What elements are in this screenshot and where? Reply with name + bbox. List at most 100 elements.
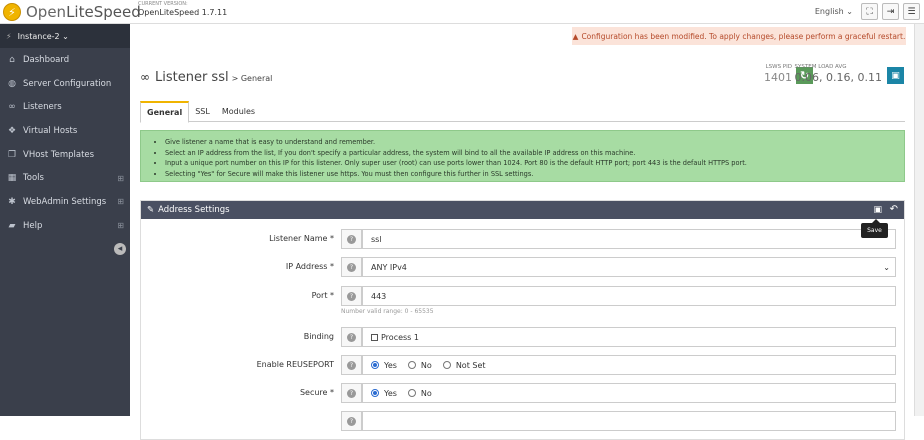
sidebar-item-label: Help bbox=[23, 220, 43, 231]
port-note: Number valid range: 0 - 65535 bbox=[341, 308, 434, 315]
help-icon[interactable]: ? bbox=[341, 229, 362, 249]
ip-address-value: ANY IPv4 bbox=[371, 262, 407, 272]
help-icon[interactable]: ? bbox=[341, 257, 362, 277]
grid-icon: ▦ bbox=[7, 173, 17, 184]
language-selector[interactable]: English ⌄ bbox=[815, 7, 853, 16]
next-field[interactable] bbox=[362, 411, 896, 431]
info-item: Give listener a name that is easy to und… bbox=[165, 137, 904, 148]
ip-address-select[interactable]: ANY IPv4 ⌄ bbox=[362, 257, 896, 277]
collapse-sidebar-icon[interactable]: ◂ bbox=[114, 243, 126, 255]
radio-label: Not Set bbox=[455, 360, 486, 370]
sidebar-item-help[interactable]: ▰ Help ⊞ bbox=[0, 214, 130, 238]
help-icon[interactable]: ? bbox=[341, 327, 362, 347]
version-info: CURRENT VERSION: OpenLiteSpeed 1.7.11 bbox=[138, 1, 227, 17]
help-icon[interactable]: ? bbox=[341, 411, 362, 431]
ip-address-label: IP Address * bbox=[285, 262, 334, 271]
form-row-secure: Secure * ? Yes No bbox=[141, 383, 906, 403]
sidebar: ⚡ Instance-2 ⌄ ⌂ Dashboard ◍ Server Configu… bbox=[0, 24, 130, 416]
home-icon: ⌂ bbox=[9, 54, 15, 65]
sidebar-item-tools[interactable]: ▦ Tools ⊞ bbox=[0, 166, 130, 190]
reuseport-no-radio[interactable]: No bbox=[407, 361, 432, 370]
radio-label: Yes bbox=[384, 388, 397, 398]
logo-text: OpenLiteSpeed bbox=[26, 3, 141, 21]
restart-alert[interactable]: ▲ Configuration has been modified. To app… bbox=[572, 27, 906, 45]
sidebar-item-label: VHost Templates bbox=[23, 149, 95, 160]
pid-label: LSWS PID bbox=[765, 64, 792, 70]
sidebar-item-label: Virtual Hosts bbox=[23, 125, 78, 136]
instance-selector[interactable]: ⚡ Instance-2 ⌄ bbox=[0, 24, 130, 48]
sidebar-item-dashboard[interactable]: ⌂ Dashboard bbox=[0, 48, 130, 72]
form-row-ip-address: IP Address * ? ANY IPv4 ⌄ bbox=[141, 257, 906, 277]
tab-modules[interactable]: Modules bbox=[216, 101, 261, 122]
form-row-reuseport: Enable REUSEPORT ? Yes No Not Set bbox=[141, 355, 906, 375]
form-row-port: Port * ? 443 Number valid range: 0 - 655… bbox=[141, 286, 906, 315]
instance-icon: ⚡ bbox=[6, 31, 12, 41]
instance-label: Instance-2 ⌄ bbox=[17, 31, 69, 41]
secure-label: Secure * bbox=[299, 388, 334, 397]
panel-title: Address Settings bbox=[158, 205, 230, 215]
radio-label: Yes bbox=[384, 360, 397, 370]
reuseport-field: Yes No Not Set bbox=[362, 355, 896, 375]
panel-header: ✎ Address Settings ▣ ↶ bbox=[141, 201, 904, 219]
expand-icon[interactable]: ⊞ bbox=[117, 221, 124, 230]
tab-general[interactable]: General bbox=[140, 101, 190, 123]
logo[interactable]: ⚡ OpenLiteSpeed bbox=[3, 3, 141, 21]
top-bar: ⚡ OpenLiteSpeed CURRENT VERSION: OpenLit… bbox=[0, 0, 924, 24]
link-icon: ∞ bbox=[140, 70, 150, 84]
undo-icon[interactable]: ↶ bbox=[890, 204, 898, 215]
secure-no-radio[interactable]: No bbox=[407, 389, 432, 398]
expand-icon[interactable]: ⊞ bbox=[117, 197, 124, 206]
sidebar-item-label: WebAdmin Settings bbox=[23, 196, 107, 207]
help-icon[interactable]: ? bbox=[341, 286, 362, 306]
sidebar-item-virtual-hosts[interactable]: ❖ Virtual Hosts bbox=[0, 119, 130, 143]
port-input[interactable]: 443 bbox=[362, 286, 896, 306]
copy-icon: ❐ bbox=[7, 149, 17, 160]
sidebar-item-vhost-templates[interactable]: ❐ VHost Templates bbox=[0, 143, 130, 167]
tab-ssl[interactable]: SSL bbox=[189, 101, 216, 122]
sidebar-item-label: Server Configuration bbox=[23, 78, 112, 89]
listener-name-input[interactable]: ssl bbox=[362, 229, 896, 249]
version-value: OpenLiteSpeed 1.7.11 bbox=[138, 8, 228, 17]
sidebar-item-webadmin-settings[interactable]: ✱ WebAdmin Settings ⊞ bbox=[0, 190, 130, 214]
binding-field: Process 1 bbox=[362, 327, 896, 347]
save-tooltip: Save bbox=[861, 219, 888, 238]
link-icon: ∞ bbox=[8, 102, 16, 113]
info-item: Selecting "Yes" for Secure will make thi… bbox=[165, 169, 904, 180]
secure-yes-radio[interactable]: Yes bbox=[371, 389, 397, 398]
gear-icon: ✱ bbox=[8, 196, 16, 207]
bell-icon: ▲ bbox=[572, 31, 579, 41]
form-row-next: ? bbox=[141, 411, 906, 431]
alert-text: Configuration has been modified. To appl… bbox=[581, 31, 906, 41]
expand-icon[interactable]: ⊞ bbox=[117, 174, 124, 183]
form-row-binding: Binding ? Process 1 bbox=[141, 327, 906, 347]
help-icon[interactable]: ? bbox=[341, 383, 362, 403]
pid-value: 1401 bbox=[764, 71, 792, 84]
sidebar-item-listeners[interactable]: ∞ Listeners bbox=[0, 95, 130, 119]
version-label: CURRENT VERSION: bbox=[138, 1, 188, 7]
tab-bar: General SSL Modules bbox=[140, 101, 905, 123]
load-value: 0.06, 0.16, 0.11 bbox=[794, 71, 882, 84]
sidebar-item-label: Listeners bbox=[23, 102, 62, 113]
sidebar-item-server-configuration[interactable]: ◍ Server Configuration bbox=[0, 72, 130, 96]
reuseport-yes-radio[interactable]: Yes bbox=[371, 361, 397, 370]
info-item: Select an IP address from the list, If y… bbox=[165, 148, 904, 159]
main-content: ▲ Configuration has been modified. To app… bbox=[130, 24, 914, 440]
page-title: ∞ Listener ssl > General bbox=[140, 70, 272, 85]
process-checkbox[interactable] bbox=[371, 333, 378, 341]
menu-icon[interactable]: ☰ bbox=[903, 3, 920, 20]
port-label: Port * bbox=[311, 291, 334, 300]
form-row-listener-name: Listener Name * ? ssl bbox=[141, 229, 906, 249]
scrollbar[interactable] bbox=[914, 24, 924, 416]
load-label: SYSTEM LOAD AVG bbox=[794, 64, 847, 70]
logout-icon[interactable]: ⇥ bbox=[882, 3, 899, 20]
info-item: Input a unique port number on this IP fo… bbox=[165, 158, 904, 169]
save-icon[interactable]: ▣ bbox=[873, 205, 882, 215]
binding-option-label: Process 1 bbox=[381, 332, 419, 342]
binding-label: Binding bbox=[303, 332, 334, 341]
fullscreen-icon[interactable]: ⛶ bbox=[861, 3, 878, 20]
address-settings-panel: ✎ Address Settings ▣ ↶ Listener Name * ?… bbox=[140, 200, 905, 440]
chart-icon[interactable]: ▣ bbox=[887, 67, 904, 84]
sidebar-item-label: Tools bbox=[23, 173, 44, 184]
help-icon[interactable]: ? bbox=[341, 355, 362, 375]
reuseport-notset-radio[interactable]: Not Set bbox=[442, 360, 486, 370]
